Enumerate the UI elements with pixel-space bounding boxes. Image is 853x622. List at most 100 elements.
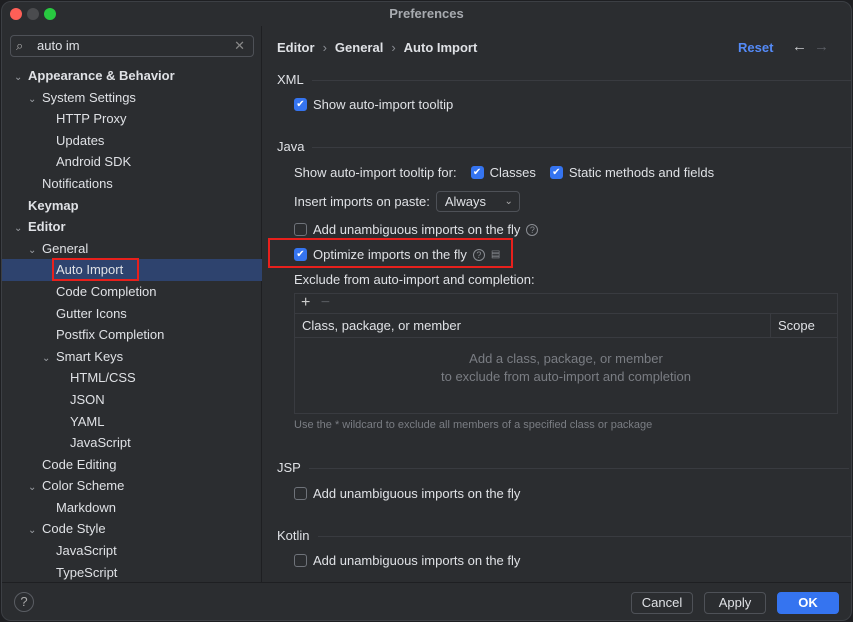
jsp-unambiguous-checkbox[interactable]: Add unambiguous imports on the fly <box>294 486 520 501</box>
context-help-icon[interactable]: ▤ <box>491 249 500 260</box>
tree-item-general[interactable]: ⌄ General <box>2 238 262 260</box>
tree-item-label: Postfix Completion <box>56 327 165 343</box>
column-scope[interactable]: Scope <box>771 314 815 337</box>
section-xml: XML <box>277 72 847 87</box>
static-methods-checkbox[interactable]: ✔ <box>549 166 563 179</box>
preferences-window: Preferences ⌕ auto im ✕ ⌄ Appearance & Be… <box>1 1 852 621</box>
tree-item-json[interactable]: JSON <box>2 389 262 411</box>
tree-item-http-proxy[interactable]: HTTP Proxy <box>2 108 262 130</box>
tree-item-system-settings[interactable]: ⌄ System Settings <box>2 87 262 109</box>
tree-item-code-style[interactable]: ⌄ Code Style <box>2 518 262 540</box>
tree-item-label: JSON <box>70 391 105 407</box>
exclude-label: Exclude from auto-import and completion: <box>294 272 535 287</box>
chevron-down-icon: ⌄ <box>504 196 513 207</box>
kotlin-unambiguous-checkbox[interactable]: Add unambiguous imports on the fly <box>294 553 520 568</box>
tree-item-color-scheme[interactable]: ⌄ Color Scheme <box>2 475 262 497</box>
exclude-table: + − Class, package, or member Scope Add … <box>294 293 838 414</box>
tree-item-javascript[interactable]: JavaScript <box>2 432 262 454</box>
tree-item-javascript[interactable]: JavaScript <box>2 540 262 562</box>
tree-item-label: HTML/CSS <box>70 370 136 386</box>
breadcrumb-general[interactable]: General <box>335 40 383 55</box>
tree-item-label: Android SDK <box>56 154 132 170</box>
help-icon[interactable]: ? <box>526 223 539 236</box>
tree-item-label: General <box>42 240 89 256</box>
table-header: Class, package, or member Scope <box>295 314 837 338</box>
ok-button[interactable]: OK <box>777 592 839 614</box>
chevron-down-icon[interactable]: ⌄ <box>14 67 28 89</box>
chevron-down-icon[interactable]: ⌄ <box>28 477 42 499</box>
search-icon: ⌕ <box>16 38 24 53</box>
reset-link[interactable]: Reset <box>738 40 773 55</box>
tree-item-code-editing[interactable]: Code Editing <box>2 454 262 476</box>
tree-item-auto-import[interactable]: Auto Import <box>2 258 262 282</box>
chevron-down-icon[interactable]: ⌄ <box>14 218 28 240</box>
apply-button[interactable]: Apply <box>704 592 766 614</box>
breadcrumb-auto-import: Auto Import <box>403 40 478 55</box>
tree-item-android-sdk[interactable]: Android SDK <box>2 151 262 173</box>
tree-item-label: Appearance & Behavior <box>28 68 175 83</box>
tree-item-smart-keys[interactable]: ⌄ Smart Keys <box>2 346 262 368</box>
tree-item-updates[interactable]: Updates <box>2 130 262 152</box>
chevron-down-icon[interactable]: ⌄ <box>28 520 42 542</box>
breadcrumb-editor[interactable]: Editor <box>277 40 315 55</box>
checkbox-icon <box>294 554 307 567</box>
tree-item-notifications[interactable]: Notifications <box>2 173 262 195</box>
chevron-down-icon[interactable]: ⌄ <box>28 240 42 262</box>
help-button[interactable]: ? <box>14 592 34 612</box>
tree-item-typescript[interactable]: TypeScript <box>2 562 262 584</box>
checkbox-icon <box>294 223 307 236</box>
tree-item-html-css[interactable]: HTML/CSS <box>2 367 262 389</box>
tree-item-gutter-icons[interactable]: Gutter Icons <box>2 303 262 325</box>
back-arrow-icon[interactable]: ← <box>792 38 807 55</box>
search-value: auto im <box>37 38 80 53</box>
classes-checkbox[interactable]: ✔ <box>470 166 484 179</box>
clear-search-icon[interactable]: ✕ <box>234 36 245 56</box>
column-class[interactable]: Class, package, or member <box>295 314 771 337</box>
checkbox-checked-icon: ✔ <box>294 248 307 261</box>
dialog-footer: ? Cancel Apply OK <box>2 582 851 620</box>
insert-imports-select[interactable]: Always ⌄ <box>435 191 520 212</box>
chevron-right-icon: › <box>391 40 396 55</box>
tree-item-keymap[interactable]: Keymap <box>2 195 262 217</box>
xml-show-tooltip-checkbox[interactable]: ✔ Show auto-import tooltip <box>294 97 453 112</box>
remove-icon[interactable]: − <box>321 294 330 311</box>
search-input[interactable]: ⌕ auto im ✕ <box>10 35 254 57</box>
section-kotlin: Kotlin <box>277 528 850 543</box>
insert-imports-row: Insert imports on paste: Always ⌄ <box>294 191 520 212</box>
tree-item-label: YAML <box>70 413 105 429</box>
window-title: Preferences <box>389 6 464 21</box>
tree-item-markdown[interactable]: Markdown <box>2 497 262 519</box>
tree-item-editor[interactable]: ⌄ Editor <box>2 216 262 238</box>
label: Show auto-import tooltip for: <box>294 165 457 180</box>
label: Add unambiguous imports on the fly <box>313 486 521 501</box>
cancel-button[interactable]: Cancel <box>631 592 693 614</box>
chevron-down-icon[interactable]: ⌄ <box>28 89 42 111</box>
tree-item-label: Smart Keys <box>56 348 124 364</box>
tree-item-label: Auto Import <box>51 258 140 282</box>
tree-item-code-completion[interactable]: Code Completion <box>2 281 262 303</box>
tree-item-label: Notifications <box>42 175 113 191</box>
select-value: Always <box>444 194 487 209</box>
tree-item-label: Code Editing <box>42 456 117 472</box>
tree-item-appearance-behavior[interactable]: ⌄ Appearance & Behavior <box>2 65 262 87</box>
breadcrumb: Editor › General › Auto Import <box>277 40 477 55</box>
section-java: Java <box>277 139 851 154</box>
help-icon[interactable]: ? <box>472 248 485 261</box>
label: Insert imports on paste: <box>294 194 430 209</box>
optimize-imports-checkbox[interactable]: ✔ Optimize imports on the fly? ▤ <box>294 247 500 262</box>
java-unambiguous-checkbox[interactable]: Add unambiguous imports on the fly? <box>294 222 539 237</box>
tree-item-postfix-completion[interactable]: Postfix Completion <box>2 324 262 346</box>
label: Classes <box>489 165 536 180</box>
tree-item-yaml[interactable]: YAML <box>2 411 262 433</box>
wildcard-hint: Use the * wildcard to exclude all member… <box>294 419 653 431</box>
tree-item-label: Editor <box>28 219 66 235</box>
settings-tree: ⌄ Appearance & Behavior ⌄ System Settings HT… <box>2 65 262 583</box>
add-icon[interactable]: + <box>301 294 310 311</box>
tree-item-label: Keymap <box>28 197 79 213</box>
label: Show auto-import tooltip <box>313 97 454 112</box>
chevron-down-icon[interactable]: ⌄ <box>42 348 56 370</box>
tree-item-label: JavaScript <box>56 543 117 559</box>
empty-line-2: to exclude from auto-import and completi… <box>440 369 691 384</box>
forward-arrow-icon[interactable]: → <box>814 38 829 55</box>
tree-item-label: Code Completion <box>56 283 157 299</box>
